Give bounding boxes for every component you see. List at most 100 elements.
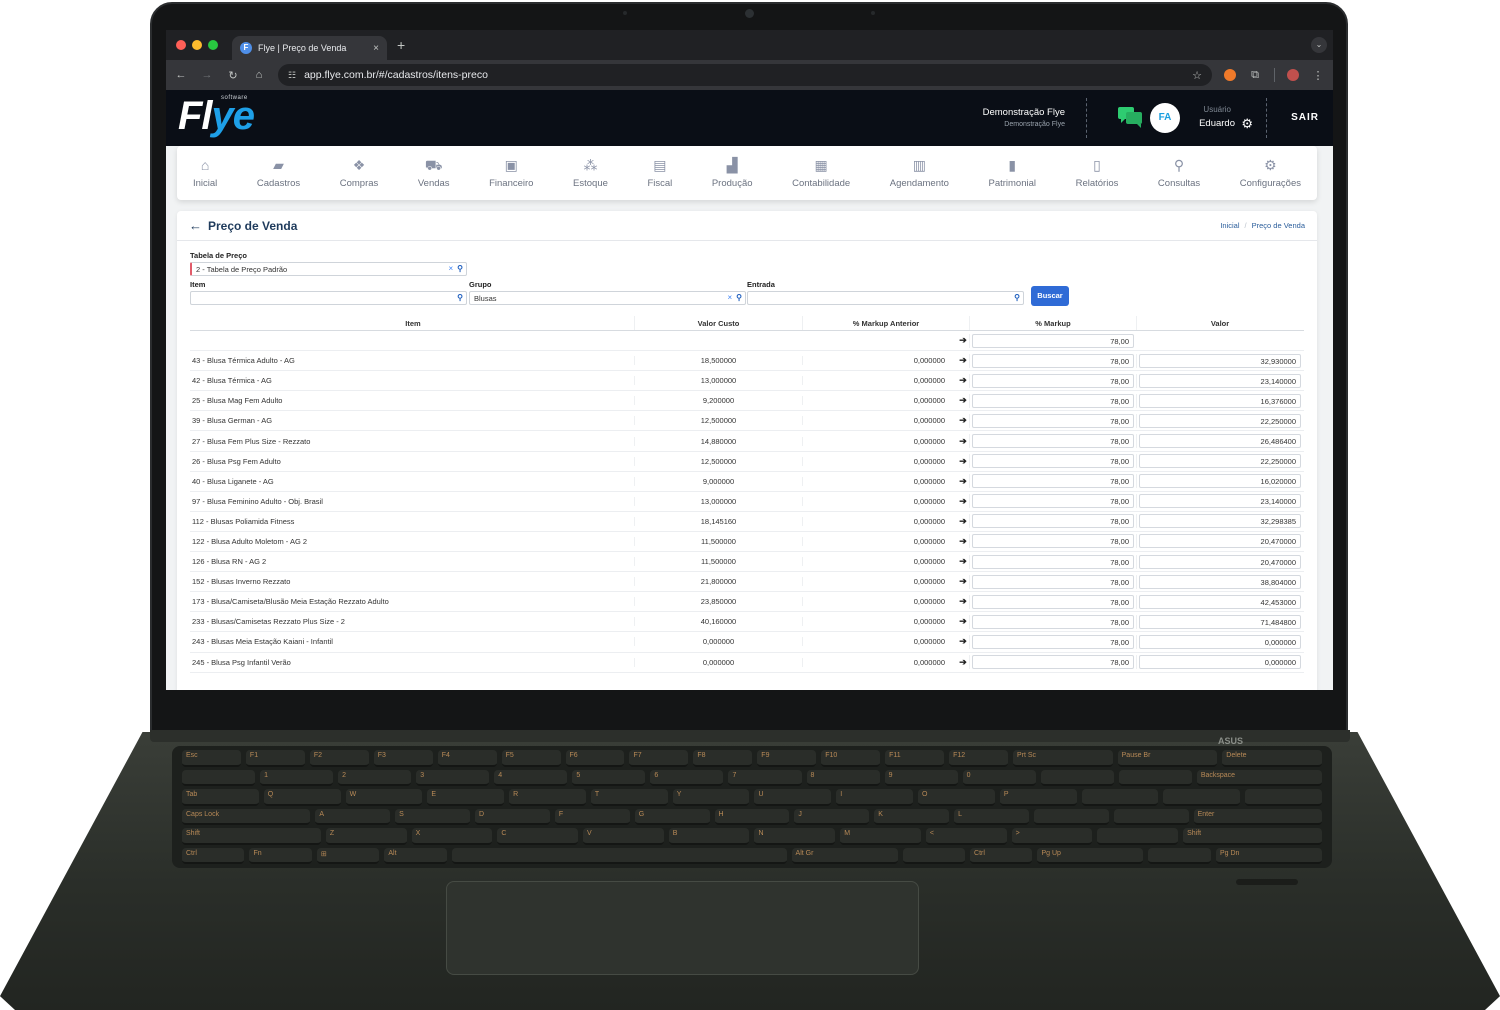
nav-item-fiscal[interactable]: ▤ Fiscal — [647, 146, 672, 200]
apply-arrow-icon[interactable]: ➔ — [957, 476, 969, 487]
back-arrow-icon[interactable]: ← — [189, 218, 202, 233]
apply-arrow-icon[interactable]: ➔ — [957, 616, 969, 627]
apply-arrow-icon[interactable]: ➔ — [957, 436, 969, 447]
new-tab-button[interactable]: + — [397, 37, 405, 53]
apply-all-arrow-icon[interactable]: ➔ — [957, 335, 969, 346]
minimize-window-button[interactable] — [192, 40, 202, 50]
markup-input[interactable]: 78,00 — [972, 655, 1134, 670]
apply-arrow-icon[interactable]: ➔ — [957, 456, 969, 467]
valor-input[interactable]: 0,000000 — [1139, 634, 1301, 649]
home-icon[interactable]: ⌂ — [252, 69, 266, 81]
nav-item-patrimonial[interactable]: ▮ Patrimonial — [988, 146, 1036, 200]
nav-item-compras[interactable]: ❖ Compras — [340, 146, 379, 200]
grupo-field[interactable]: Blusas × ⚲ — [469, 291, 746, 305]
extensions-puzzle-icon[interactable]: ⧉ — [1248, 69, 1262, 82]
markup-input[interactable]: 78,00 — [972, 454, 1134, 469]
markup-input[interactable]: 78,00 — [972, 353, 1134, 368]
valor-input[interactable]: 32,298385 — [1139, 514, 1301, 529]
forward-arrow-icon[interactable]: → — [200, 69, 214, 81]
markup-input[interactable]: 78,00 — [972, 474, 1134, 489]
markup-input[interactable]: 78,00 — [972, 393, 1134, 408]
col-valor[interactable]: Valor — [1136, 316, 1303, 330]
col-item[interactable]: Item — [190, 316, 634, 330]
buscar-button[interactable]: Buscar — [1031, 286, 1069, 306]
apply-arrow-icon[interactable]: ➔ — [957, 496, 969, 507]
col-valor-custo[interactable]: Valor Custo — [634, 316, 802, 330]
extension-orange-icon[interactable] — [1224, 69, 1236, 81]
clear-icon[interactable]: × — [448, 264, 453, 273]
bookmark-star-icon[interactable]: ☆ — [1192, 69, 1202, 82]
nav-item-agendamento[interactable]: ▥ Agendamento — [890, 146, 949, 200]
apply-arrow-icon[interactable]: ➔ — [957, 415, 969, 426]
valor-input[interactable]: 23,140000 — [1139, 494, 1301, 509]
nav-item-cadastros[interactable]: ▰ Cadastros — [257, 146, 300, 200]
search-icon[interactable]: ⚲ — [457, 264, 463, 273]
markup-input[interactable]: 78,00 — [972, 574, 1134, 589]
markup-input[interactable]: 78,00 — [972, 634, 1134, 649]
markup-input[interactable]: 78,00 — [972, 614, 1134, 629]
valor-input[interactable]: 16,020000 — [1139, 474, 1301, 489]
nav-item-inicial[interactable]: ⌂ Inicial — [193, 146, 217, 200]
apply-arrow-icon[interactable]: ➔ — [957, 657, 969, 668]
search-icon[interactable]: ⚲ — [1014, 293, 1020, 302]
close-window-button[interactable] — [176, 40, 186, 50]
valor-input[interactable]: 22,250000 — [1139, 413, 1301, 428]
markup-input[interactable]: 78,00 — [972, 514, 1134, 529]
apply-arrow-icon[interactable]: ➔ — [957, 355, 969, 366]
apply-all-markup-input[interactable]: 78,00 — [972, 333, 1134, 348]
valor-input[interactable]: 26,486400 — [1139, 434, 1301, 449]
valor-input[interactable]: 0,000000 — [1139, 655, 1301, 670]
apply-arrow-icon[interactable]: ➔ — [957, 395, 969, 406]
search-icon[interactable]: ⚲ — [736, 293, 742, 302]
nav-item-estoque[interactable]: ⁂ Estoque — [573, 146, 608, 200]
apply-arrow-icon[interactable]: ➔ — [957, 556, 969, 567]
reload-icon[interactable]: ↻ — [226, 69, 240, 82]
logout-button[interactable]: SAIR — [1291, 112, 1319, 123]
settings-gear-icon[interactable]: ⚙ — [1241, 116, 1253, 132]
clear-icon[interactable]: × — [727, 293, 732, 302]
apply-arrow-icon[interactable]: ➔ — [957, 596, 969, 607]
valor-input[interactable]: 71,484800 — [1139, 614, 1301, 629]
search-icon[interactable]: ⚲ — [457, 293, 463, 302]
back-arrow-icon[interactable]: ← — [174, 69, 188, 81]
valor-input[interactable]: 38,804000 — [1139, 574, 1301, 589]
valor-input[interactable]: 32,930000 — [1139, 353, 1301, 368]
markup-input[interactable]: 78,00 — [972, 413, 1134, 428]
apply-arrow-icon[interactable]: ➔ — [957, 536, 969, 547]
entrada-field[interactable]: ⚲ — [747, 291, 1024, 305]
tab-close-icon[interactable]: × — [373, 43, 379, 54]
address-bar[interactable]: ☷ app.flye.com.br/#/cadastros/itens-prec… — [278, 64, 1212, 86]
nav-item-contabilidade[interactable]: ▦ Contabilidade — [792, 146, 850, 200]
markup-input[interactable]: 78,00 — [972, 594, 1134, 609]
markup-input[interactable]: 78,00 — [972, 494, 1134, 509]
markup-input[interactable]: 78,00 — [972, 534, 1134, 549]
valor-input[interactable]: 16,376000 — [1139, 393, 1301, 408]
tabela-preco-select[interactable]: 2 - Tabela de Preço Padrão × ⚲ — [190, 262, 467, 276]
user-name[interactable]: Eduardo — [1199, 118, 1235, 129]
breadcrumb-home[interactable]: Inicial — [1220, 221, 1239, 230]
valor-input[interactable]: 22,250000 — [1139, 454, 1301, 469]
valor-input[interactable]: 20,470000 — [1139, 534, 1301, 549]
nav-item-configuracoes[interactable]: ⚙ Configurações — [1240, 146, 1301, 200]
browser-tab[interactable]: F Flye | Preço de Venda × — [232, 36, 387, 60]
site-info-icon[interactable]: ☷ — [288, 70, 296, 81]
nav-item-financeiro[interactable]: ▣ Financeiro — [489, 146, 533, 200]
nav-item-consultas[interactable]: ⚲ Consultas — [1158, 146, 1200, 200]
maximize-window-button[interactable] — [208, 40, 218, 50]
markup-input[interactable]: 78,00 — [972, 554, 1134, 569]
apply-arrow-icon[interactable]: ➔ — [957, 375, 969, 386]
profile-avatar-icon[interactable] — [1287, 69, 1299, 81]
chat-icon[interactable] — [1117, 106, 1143, 128]
apply-arrow-icon[interactable]: ➔ — [957, 636, 969, 647]
tab-search-icon[interactable]: ⌄ — [1311, 37, 1327, 53]
col-markup[interactable]: % Markup — [969, 316, 1136, 330]
nav-item-vendas[interactable]: ⛟ Vendas — [418, 146, 450, 200]
browser-menu-icon[interactable]: ⋮ — [1311, 69, 1325, 82]
markup-input[interactable]: 78,00 — [972, 373, 1134, 388]
apply-arrow-icon[interactable]: ➔ — [957, 576, 969, 587]
valor-input[interactable]: 42,453000 — [1139, 594, 1301, 609]
nav-item-producao[interactable]: ▟ Produção — [712, 146, 753, 200]
item-field[interactable]: ⚲ — [190, 291, 467, 305]
nav-item-relatorios[interactable]: ▯ Relatórios — [1076, 146, 1119, 200]
valor-input[interactable]: 23,140000 — [1139, 373, 1301, 388]
